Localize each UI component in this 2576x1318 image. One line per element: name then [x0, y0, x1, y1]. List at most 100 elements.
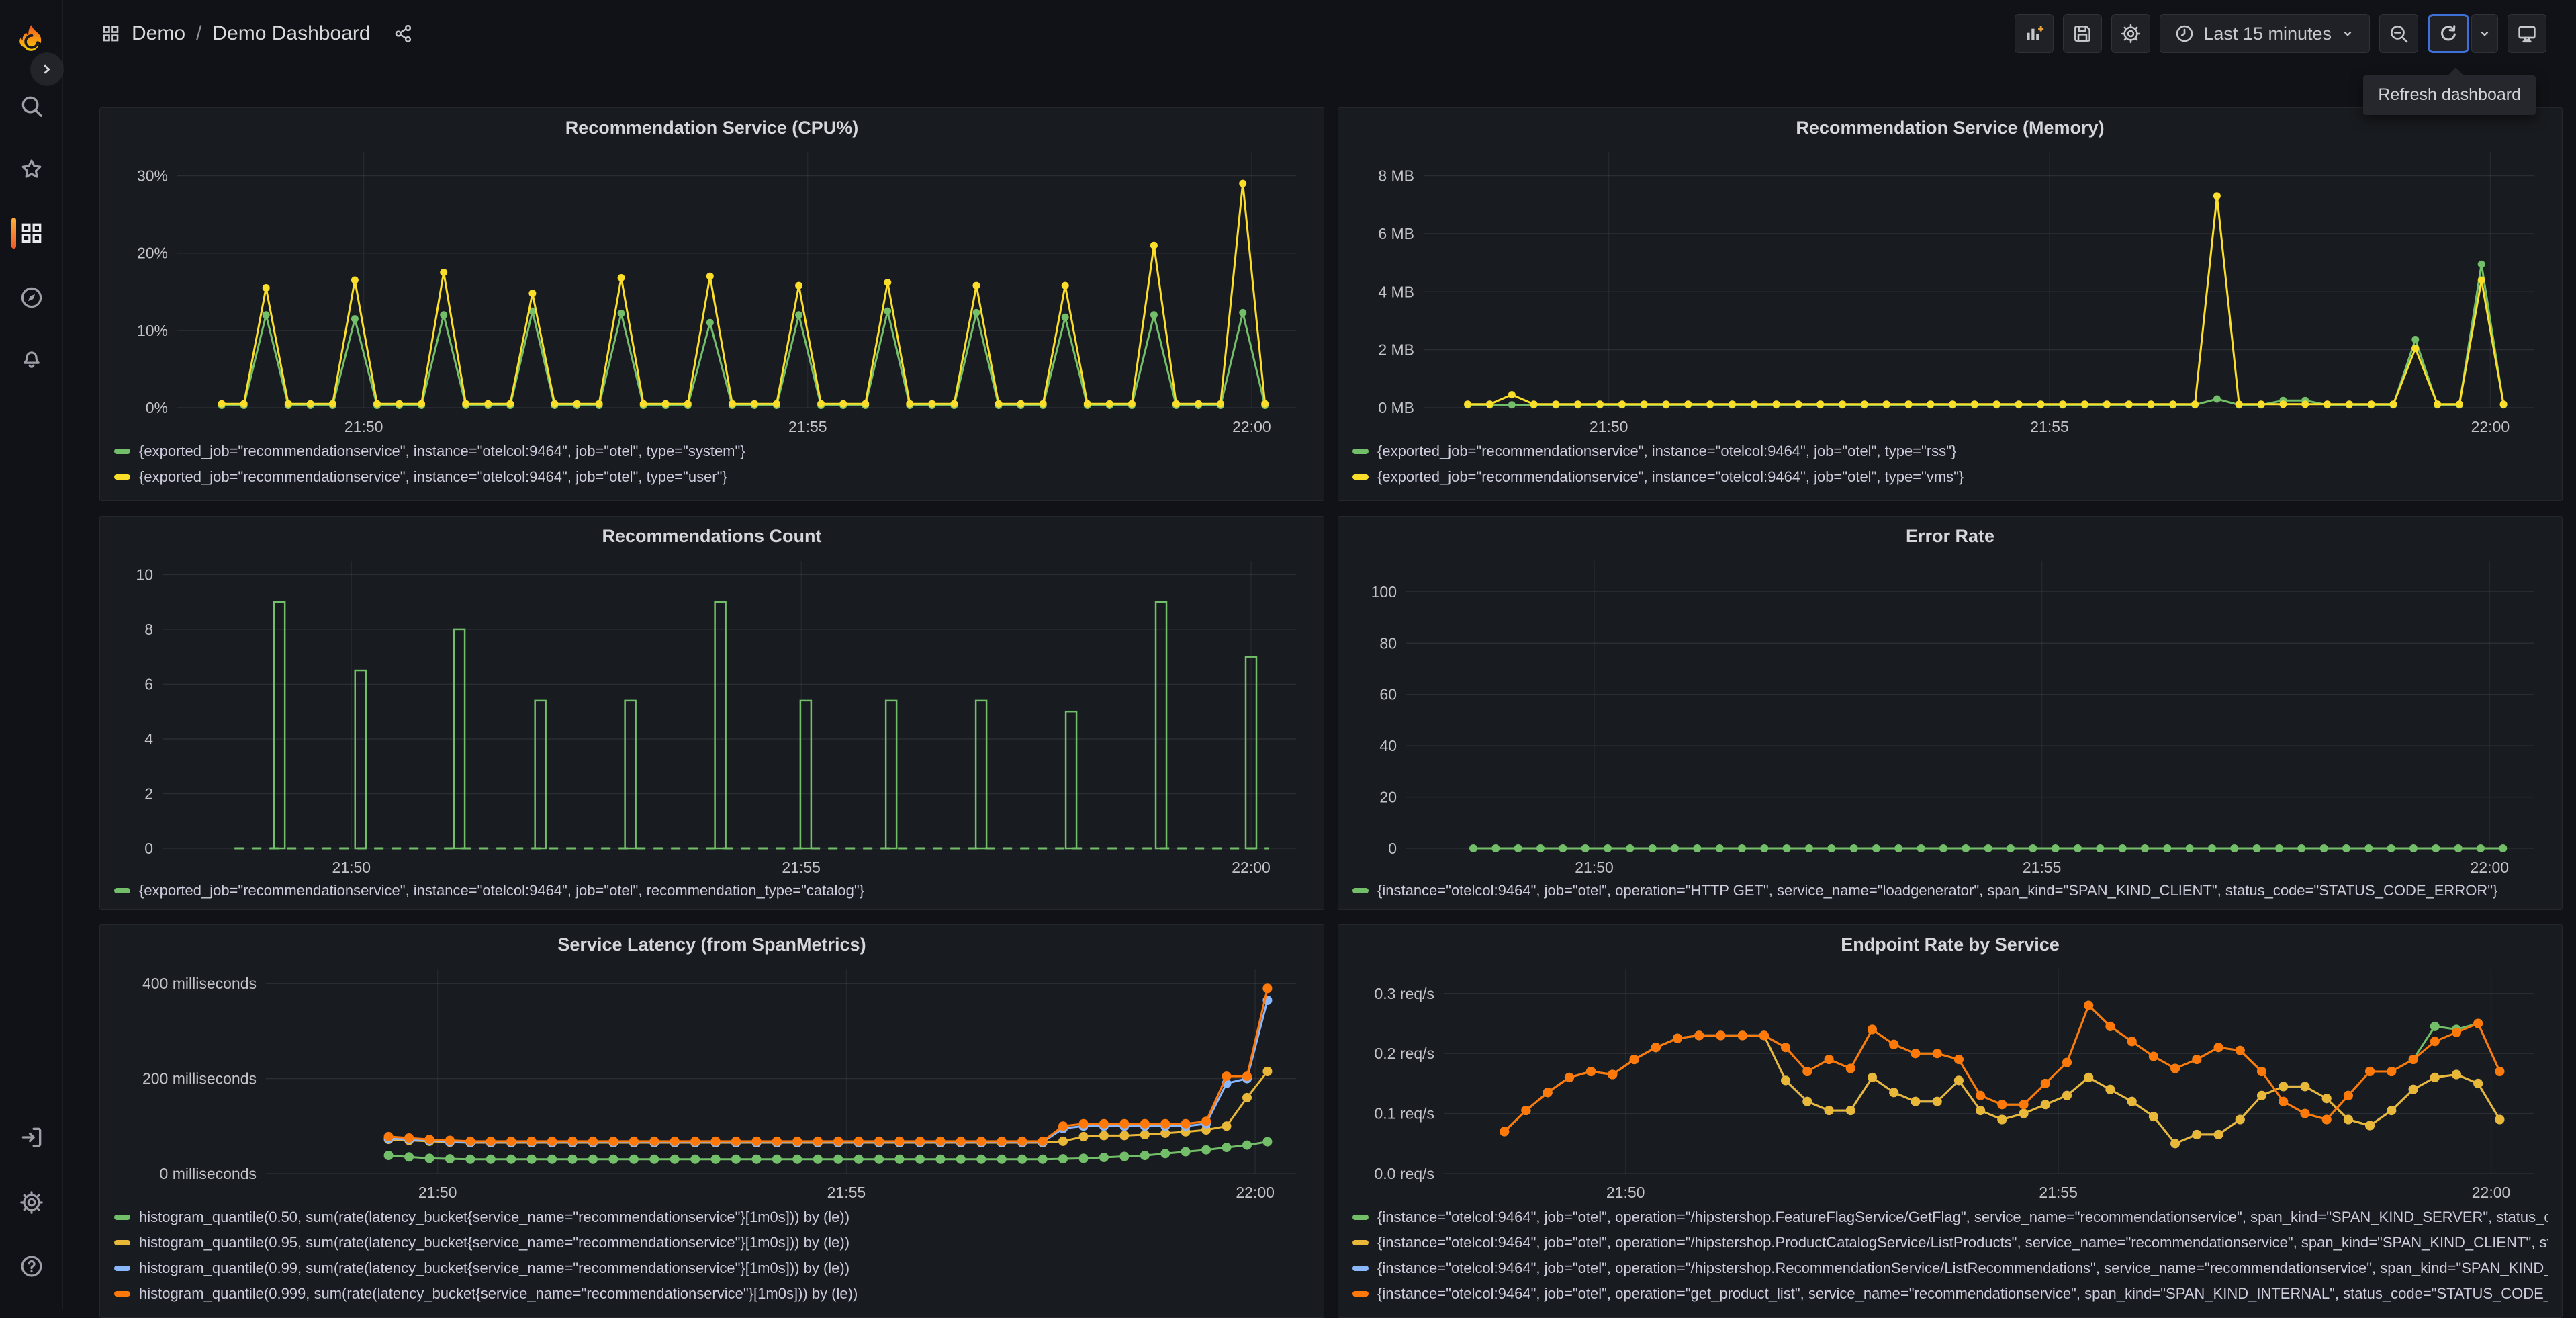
- sidebar-item-help[interactable]: [17, 1251, 46, 1281]
- legend-swatch: [114, 449, 130, 454]
- panel-title[interactable]: Recommendations Count: [110, 521, 1314, 552]
- panel-service-latency: Service Latency (from SpanMetrics) 0 mil…: [99, 924, 1324, 1318]
- svg-text:10: 10: [136, 566, 153, 583]
- sidebar-item-starred[interactable]: [17, 155, 46, 184]
- legend-swatch: [114, 1215, 130, 1220]
- svg-text:21:50: 21:50: [332, 859, 371, 876]
- legend-swatch: [114, 1240, 130, 1245]
- legend-item[interactable]: {exported_job="recommendationservice", i…: [1352, 464, 2548, 490]
- chevron-right-icon: [44, 64, 50, 74]
- memory-chart[interactable]: 0 MB 2 MB 4 MB 6 MB 8 MB 21:50 21:55 22:00: [1348, 143, 2552, 439]
- breadcrumb-page[interactable]: Demo Dashboard: [212, 22, 370, 45]
- dashboard-toolbar: Last 15 minutes: [2015, 14, 2546, 53]
- sidebar-item-settings[interactable]: [17, 1188, 46, 1217]
- legend-label: histogram_quantile(0.50, sum(rate(latenc…: [139, 1209, 850, 1225]
- sidebar-item-search[interactable]: [17, 91, 46, 121]
- share-icon: [395, 24, 411, 43]
- time-range-picker[interactable]: Last 15 minutes: [2160, 14, 2370, 53]
- svg-text:0: 0: [144, 840, 153, 857]
- legend: {exported_job="recommendationservice", i…: [110, 439, 1314, 490]
- legend-swatch: [1352, 1266, 1369, 1271]
- legend-label: {exported_job="recommendationservice", i…: [1377, 443, 1957, 459]
- cpu-chart[interactable]: 0% 10% 20% 30% 21:50 21:55 22:00: [110, 143, 1314, 439]
- legend-item[interactable]: {instance="otelcol:9464", job="otel", op…: [1352, 878, 2548, 904]
- monitor-icon: [2518, 26, 2536, 43]
- legend-swatch: [114, 1266, 130, 1271]
- legend-item[interactable]: {exported_job="recommendationservice", i…: [114, 439, 1309, 464]
- refresh-interval-dropdown[interactable]: [2471, 14, 2498, 53]
- legend-label: {exported_job="recommendationservice", i…: [1377, 468, 1964, 485]
- sidebar-item-explore[interactable]: [17, 283, 46, 312]
- svg-text:22:00: 22:00: [2472, 1184, 2511, 1201]
- recommendations-count-chart[interactable]: 0 2 4 6 8 10 21:50 21:55 22:00: [110, 552, 1314, 878]
- panel-title[interactable]: Service Latency (from SpanMetrics): [110, 929, 1314, 960]
- panel-cpu: Recommendation Service (CPU%) 0% 10% 20% 30…: [99, 107, 1324, 501]
- legend-item[interactable]: {instance="otelcol:9464", job="otel", op…: [1352, 1204, 2548, 1230]
- svg-text:0.1 req/s: 0.1 req/s: [1375, 1105, 1435, 1123]
- svg-text:21:55: 21:55: [788, 418, 827, 435]
- svg-text:21:55: 21:55: [2039, 1184, 2078, 1201]
- svg-text:0%: 0%: [146, 399, 168, 416]
- legend: {instance="otelcol:9464", job="otel", op…: [1348, 878, 2552, 904]
- sidebar-item-alerting[interactable]: [17, 343, 46, 373]
- sidebar-item-sign-in[interactable]: [17, 1123, 46, 1152]
- panel-title[interactable]: Recommendation Service (Memory): [1348, 112, 2552, 143]
- refresh-button-group: [2428, 14, 2498, 53]
- svg-text:8 MB: 8 MB: [1378, 167, 1414, 185]
- legend-item[interactable]: histogram_quantile(0.99, sum(rate(latenc…: [114, 1256, 1309, 1281]
- sidebar-item-dashboards[interactable]: [17, 218, 46, 248]
- legend-item[interactable]: {instance="otelcol:9464", job="otel", op…: [1352, 1256, 2548, 1281]
- legend-label: {instance="otelcol:9464", job="otel", op…: [1377, 1285, 2548, 1302]
- compass-icon: [21, 287, 42, 308]
- legend-item[interactable]: histogram_quantile(0.50, sum(rate(latenc…: [114, 1204, 1309, 1230]
- svg-text:21:55: 21:55: [2023, 859, 2062, 876]
- legend-item[interactable]: {instance="otelcol:9464", job="otel", op…: [1352, 1230, 2548, 1256]
- expand-sidebar-button[interactable]: [31, 53, 63, 85]
- active-item-indicator: [11, 218, 16, 249]
- legend-item[interactable]: {exported_job="recommendationservice", i…: [114, 878, 1309, 904]
- legend-item[interactable]: {exported_job="recommendationservice", i…: [114, 464, 1309, 490]
- header: Demo / Demo Dashboard Last 15 minutes: [63, 0, 2576, 67]
- zoom-out-icon: [2391, 26, 2408, 43]
- svg-text:60: 60: [1379, 686, 1397, 703]
- legend: {instance="otelcol:9464", job="otel", op…: [1348, 1204, 2552, 1307]
- legend-item[interactable]: {exported_job="recommendationservice", i…: [1352, 439, 2548, 464]
- refresh-tooltip: Refresh dashboard: [2363, 67, 2536, 115]
- share-dashboard-button[interactable]: [394, 24, 414, 44]
- svg-text:6: 6: [144, 675, 153, 693]
- legend-label: {exported_job="recommendationservice", i…: [139, 468, 727, 485]
- refresh-dashboard-button[interactable]: [2428, 14, 2469, 53]
- service-latency-chart[interactable]: 0 milliseconds 200 milliseconds 400 millis…: [110, 960, 1314, 1204]
- legend-item[interactable]: histogram_quantile(0.999, sum(rate(laten…: [114, 1281, 1309, 1307]
- error-rate-chart[interactable]: 0 20 40 60 80 100 21:50 21:55 22:00: [1348, 552, 2552, 878]
- svg-text:21:50: 21:50: [1575, 859, 1614, 876]
- save-dashboard-button[interactable]: [2063, 14, 2103, 53]
- svg-text:21:55: 21:55: [2030, 418, 2069, 435]
- legend-swatch: [1352, 888, 1369, 893]
- svg-text:6 MB: 6 MB: [1378, 225, 1414, 243]
- legend-label: {instance="otelcol:9464", job="otel", op…: [1377, 1234, 2548, 1251]
- save-icon: [2074, 26, 2091, 42]
- svg-text:0.0 req/s: 0.0 req/s: [1375, 1165, 1435, 1182]
- tv-mode-button[interactable]: [2508, 14, 2546, 53]
- legend-label: histogram_quantile(0.99, sum(rate(latenc…: [139, 1260, 850, 1276]
- legend-item[interactable]: histogram_quantile(0.95, sum(rate(latenc…: [114, 1230, 1309, 1256]
- clock-icon: [2176, 25, 2193, 42]
- sign-in-icon: [21, 1127, 42, 1147]
- breadcrumb-section[interactable]: Demo: [132, 22, 185, 45]
- svg-text:0.2 req/s: 0.2 req/s: [1375, 1045, 1435, 1062]
- legend-label: histogram_quantile(0.999, sum(rate(laten…: [139, 1285, 858, 1302]
- dashboard-grid: Recommendation Service (CPU%) 0% 10% 20% 30…: [99, 107, 2563, 1318]
- zoom-out-time-button[interactable]: [2379, 14, 2418, 53]
- panel-title[interactable]: Error Rate: [1348, 521, 2552, 552]
- panel-title[interactable]: Recommendation Service (CPU%): [110, 112, 1314, 143]
- legend-item[interactable]: {instance="otelcol:9464", job="otel", op…: [1352, 1281, 2548, 1307]
- add-panel-button[interactable]: [2015, 14, 2054, 53]
- endpoint-rate-chart[interactable]: 0.0 req/s 0.1 req/s 0.2 req/s 0.3 req/s 21:5…: [1348, 960, 2552, 1204]
- legend-swatch: [114, 888, 130, 893]
- legend: {exported_job="recommendationservice", i…: [110, 878, 1314, 904]
- legend-swatch: [114, 474, 130, 480]
- dashboard-settings-button[interactable]: [2111, 14, 2151, 53]
- panel-title[interactable]: Endpoint Rate by Service: [1348, 929, 2552, 960]
- add-panel-icon: [2027, 26, 2044, 40]
